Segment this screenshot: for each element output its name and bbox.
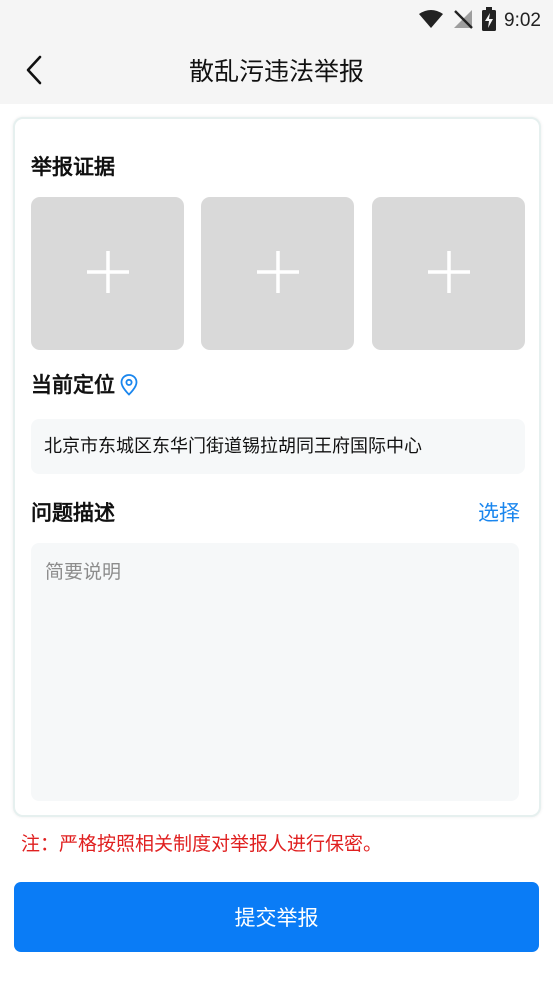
select-link[interactable]: 选择 [478,499,520,527]
upload-slot-3[interactable] [372,197,525,350]
plus-icon [85,249,131,299]
plus-icon [255,249,301,299]
wifi-icon [418,9,444,33]
plus-icon [426,249,472,299]
evidence-label: 举报证据 [31,155,115,179]
status-time: 9:02 [504,10,541,31]
location-label: 当前定位 [31,373,115,397]
address-field[interactable]: 北京市东城区东华门街道锡拉胡同王府国际中心 [31,419,525,474]
app-header: 散乱污违法举报 [0,40,553,104]
upload-slot-2[interactable] [201,197,354,350]
upload-slot-1[interactable] [31,197,184,350]
location-pin-icon[interactable] [120,374,138,396]
description-label: 问题描述 [31,501,115,525]
confidentiality-notice: 注：严格按照相关制度对举报人进行保密。 [21,833,383,855]
report-form-card: 举报证据 当前定位 北京市东城区东华门街道锡拉胡同王府国际中心 问题描述 选择 … [13,117,541,817]
description-input[interactable] [31,543,519,801]
location-header: 当前定位 [31,371,138,399]
submit-button[interactable]: 提交举报 [14,882,539,952]
no-signal-icon [452,8,474,34]
page-title: 散乱污违法举报 [188,57,364,86]
status-icons: 9:02 [418,7,541,35]
status-bar: 9:02 [0,0,553,40]
battery-charging-icon [482,7,497,35]
